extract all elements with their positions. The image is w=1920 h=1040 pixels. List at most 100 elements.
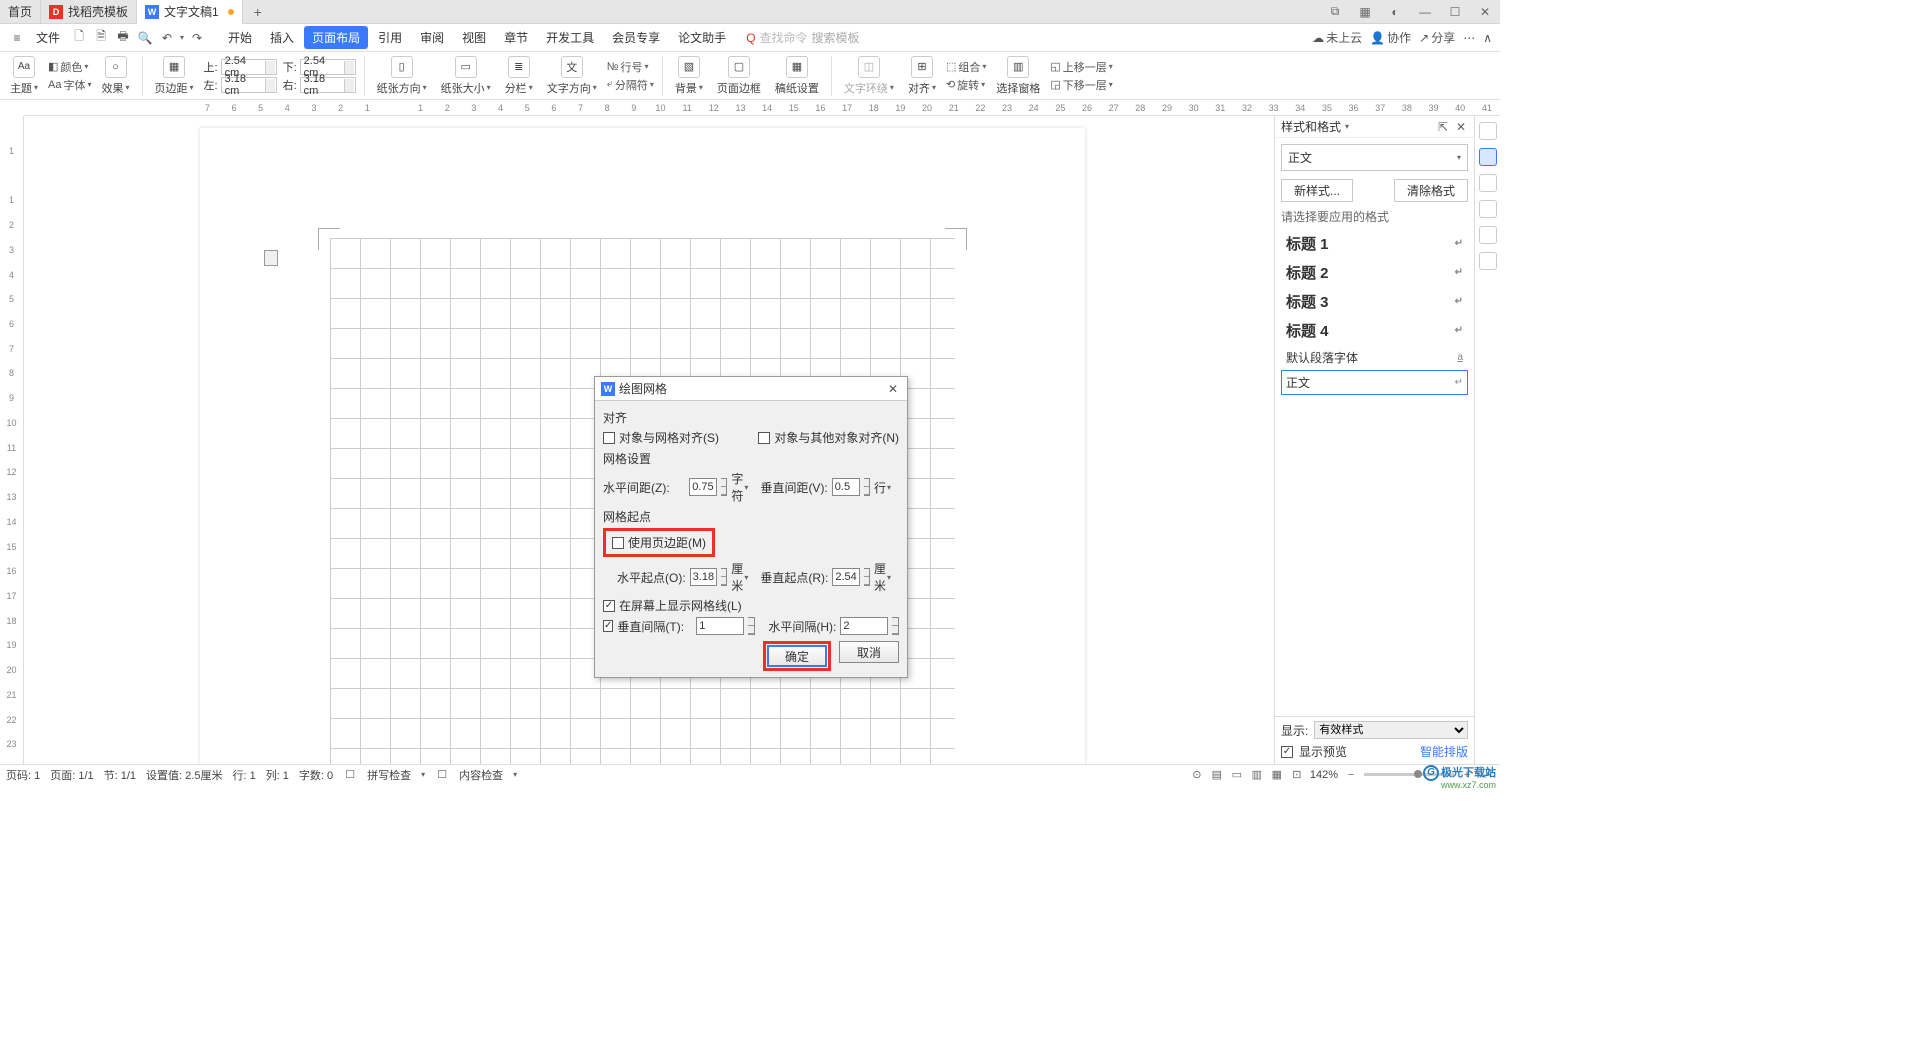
show-grid-checkbox[interactable] (603, 600, 615, 612)
grid-icon[interactable]: ▦ (1350, 0, 1380, 24)
sb-spell[interactable]: 拼写检查 (367, 767, 411, 783)
mtab-vip[interactable]: 会员专享 (604, 26, 668, 49)
spinner-icon[interactable] (864, 568, 870, 586)
columns-button[interactable]: ≣分栏▾ (501, 56, 537, 96)
snap-other-checkbox[interactable] (758, 432, 770, 444)
h-spacing-input[interactable]: 0.75 (689, 478, 717, 496)
more-icon[interactable]: ⋯ (1463, 31, 1475, 45)
snap-grid-checkbox[interactable] (603, 432, 615, 444)
undo-dropdown[interactable]: ▾ (180, 33, 184, 42)
cancel-button[interactable]: 取消 (839, 641, 899, 663)
smart-layout-link[interactable]: 智能排版 (1420, 743, 1468, 760)
fit-icon[interactable]: ⊡ (1290, 768, 1304, 782)
pin-icon[interactable]: ⇱ (1436, 120, 1450, 134)
mtab-reference[interactable]: 引用 (370, 26, 410, 49)
page-margin-button[interactable]: ▦页边距▾ (151, 56, 198, 96)
spinner-icon[interactable] (892, 617, 899, 635)
show-preview-checkbox[interactable] (1281, 746, 1293, 758)
collapse-ribbon-icon[interactable]: ∧ (1483, 31, 1492, 45)
content-dropdown[interactable]: ▾ (513, 770, 517, 779)
style-item-h3[interactable]: 标题 3↵ (1281, 287, 1468, 316)
orientation-button[interactable]: ▯纸张方向▾ (373, 56, 431, 96)
style-item-h2[interactable]: 标题 2↵ (1281, 258, 1468, 287)
minimize-button[interactable]: — (1410, 0, 1440, 24)
tab-document[interactable]: W 文字文稿1 (137, 0, 243, 24)
v-interval-checkbox[interactable] (603, 620, 613, 632)
theme-button[interactable]: Aa主题▾ (6, 56, 42, 96)
close-button[interactable]: ✕ (1470, 0, 1500, 24)
spinner-icon[interactable] (864, 478, 870, 496)
style-item-default-font[interactable]: 默认段落字体a (1281, 345, 1468, 370)
text-direction-button[interactable]: 文文字方向▾ (543, 56, 601, 96)
h-interval-input[interactable]: 2 (840, 617, 887, 635)
outline-view-icon[interactable]: ▥ (1250, 768, 1264, 782)
clear-format-button[interactable]: 清除格式 (1394, 179, 1468, 202)
layout-icon[interactable]: ⧉ (1320, 0, 1350, 24)
mtab-page-layout[interactable]: 页面布局 (304, 26, 368, 49)
sb-content[interactable]: 内容检查 (459, 767, 503, 783)
mtab-start[interactable]: 开始 (220, 26, 260, 49)
font-button[interactable]: Aa字体▾ (48, 77, 91, 93)
manuscript-button[interactable]: ▦稿纸设置 (771, 56, 823, 96)
spinner-icon[interactable] (721, 568, 727, 586)
open-icon[interactable]: 🗎 (92, 29, 110, 47)
sb-page[interactable]: 页码: 1 (6, 767, 40, 783)
maximize-button[interactable]: ☐ (1440, 0, 1470, 24)
style-item-h4[interactable]: 标题 4↵ (1281, 316, 1468, 345)
web-view-icon[interactable]: ▦ (1270, 768, 1284, 782)
zoom-out-icon[interactable]: − (1344, 768, 1358, 782)
new-style-button[interactable]: 新样式... (1281, 179, 1353, 202)
spell-toggle-icon[interactable]: ☐ (343, 768, 357, 782)
preview-icon[interactable]: 🔍 (136, 29, 154, 47)
focus-mode-icon[interactable]: ⊙ (1190, 768, 1204, 782)
mtab-view[interactable]: 视图 (454, 26, 494, 49)
coauthor-button[interactable]: 👤协作 (1370, 29, 1411, 46)
unit-dropdown[interactable]: ▾ (887, 573, 891, 582)
align-button[interactable]: ⊞对齐▾ (904, 56, 940, 96)
vertical-ruler[interactable]: 11234567891011121314151617181920212223 (0, 116, 24, 764)
right-margin-input[interactable]: 3.18 cm (300, 77, 356, 93)
page-view-icon[interactable]: ▭ (1230, 768, 1244, 782)
left-margin-input[interactable]: 3.18 cm (221, 77, 277, 93)
line-number-button[interactable]: №行号▾ (607, 59, 654, 75)
unit-dropdown[interactable]: ▾ (744, 483, 748, 492)
new-icon[interactable]: 🗋 (70, 29, 88, 47)
v-interval-input[interactable]: 1 (696, 617, 743, 635)
ts-property-icon[interactable] (1479, 122, 1497, 140)
read-view-icon[interactable]: ▤ (1210, 768, 1224, 782)
style-item-h1[interactable]: 标题 1↵ (1281, 229, 1468, 258)
print-icon[interactable]: 🖶 (114, 29, 132, 47)
spell-dropdown[interactable]: ▾ (421, 770, 425, 779)
horizontal-ruler[interactable]: 7654321123456789101112131415161718192021… (24, 100, 1500, 116)
ts-backup-icon[interactable] (1479, 252, 1497, 270)
paper-size-button[interactable]: ▭纸张大小▾ (437, 56, 495, 96)
mtab-section[interactable]: 章节 (496, 26, 536, 49)
breaks-button[interactable]: ⤶分隔符▾ (607, 77, 654, 93)
redo-icon[interactable]: ↷ (188, 29, 206, 47)
sb-pages[interactable]: 页面: 1/1 (50, 767, 93, 783)
search-command[interactable]: 查找命令 (760, 29, 808, 46)
background-button[interactable]: ▧背景▾ (671, 56, 707, 96)
effect-button[interactable]: ○效果▾ (98, 56, 134, 96)
ts-select-icon[interactable] (1479, 174, 1497, 192)
tab-templates[interactable]: D 找稻壳模板 (41, 0, 137, 24)
style-item-body[interactable]: 正文↵ (1281, 370, 1468, 395)
show-select[interactable]: 有效样式 (1314, 721, 1468, 739)
border-button[interactable]: ▢页面边框 (713, 56, 765, 96)
tab-home[interactable]: 首页 (0, 0, 41, 24)
ts-limit-icon[interactable] (1479, 200, 1497, 218)
page-thumb-icon[interactable] (264, 250, 278, 266)
skin-icon[interactable]: ◐ (1380, 0, 1410, 24)
color-button[interactable]: ◧颜色▾ (48, 59, 91, 75)
file-menu[interactable]: 文件 (30, 29, 66, 46)
ts-map-icon[interactable] (1479, 226, 1497, 244)
dialog-close-button[interactable]: ✕ (885, 382, 901, 396)
sb-words[interactable]: 字数: 0 (299, 767, 333, 783)
spinner-icon[interactable] (721, 478, 727, 496)
share-button[interactable]: ↗分享 (1419, 29, 1455, 46)
v-spacing-input[interactable]: 0.5 (832, 478, 860, 496)
mtab-insert[interactable]: 插入 (262, 26, 302, 49)
current-style-select[interactable]: 正文 ▾ (1281, 144, 1468, 171)
spinner-icon[interactable] (748, 617, 755, 635)
zoom-value[interactable]: 142% (1310, 769, 1338, 781)
